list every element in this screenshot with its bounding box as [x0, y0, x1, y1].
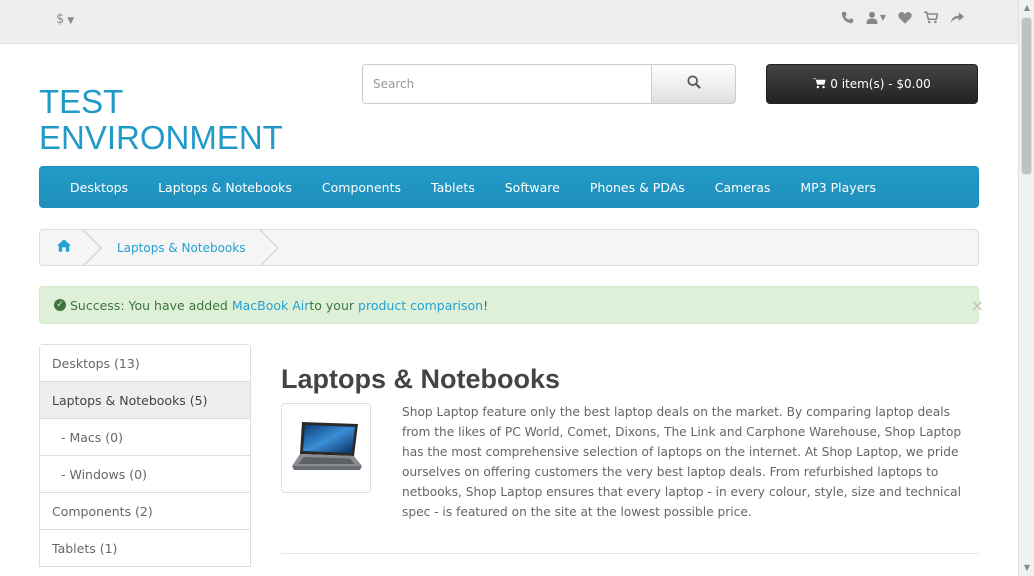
cart-button[interactable]: 0 item(s) - $0.00 — [766, 64, 978, 104]
page-title: Laptops & Notebooks — [281, 364, 561, 394]
alert-comparison-link[interactable]: product comparison — [358, 298, 483, 313]
sidebar-item-laptops-notebooks[interactable]: Laptops & Notebooks (5) — [40, 382, 250, 419]
scroll-down-icon[interactable]: ▼ — [1019, 560, 1034, 576]
share-icon[interactable] — [950, 11, 964, 24]
logo-line-1: TEST — [39, 83, 124, 120]
category-image — [281, 403, 371, 493]
menu-item-mp3-players[interactable]: MP3 Players — [790, 180, 886, 195]
menu-item-phones-pdas[interactable]: Phones & PDAs — [580, 180, 695, 195]
cart-icon[interactable] — [924, 11, 938, 24]
caret-down-icon: ▼ — [879, 13, 886, 22]
logo-line-2: ENVIRONMENT — [39, 119, 283, 156]
menu-item-components[interactable]: Components — [312, 180, 411, 195]
laptop-image — [292, 422, 362, 470]
sidebar-item-tablets[interactable]: Tablets (1) — [40, 530, 250, 567]
breadcrumb: Laptops & Notebooks — [39, 229, 979, 266]
search-icon — [686, 75, 701, 93]
menu-item-software[interactable]: Software — [495, 180, 570, 195]
user-icon[interactable]: ▼ — [866, 11, 886, 24]
alert-product-link[interactable]: MacBook Air — [232, 298, 310, 313]
cart-icon — [813, 77, 826, 92]
category-description: Shop Laptop feature only the best laptop… — [402, 405, 962, 519]
cart-total: 0 item(s) - $0.00 — [830, 77, 931, 91]
content-divider — [281, 553, 979, 554]
main-menu: Desktops Laptops & Notebooks Components … — [39, 166, 979, 208]
menu-item-cameras[interactable]: Cameras — [705, 180, 781, 195]
scrollbar-thumb[interactable] — [1021, 17, 1032, 175]
sidebar-item-desktops[interactable]: Desktops (13) — [40, 345, 250, 382]
success-alert: ✓ Success: You have added MacBook Air to… — [39, 286, 984, 324]
search-input[interactable] — [362, 64, 652, 104]
check-circle-icon: ✓ — [54, 299, 66, 311]
search-button[interactable] — [652, 64, 736, 104]
category-sidebar: Desktops (13) Laptops & Notebooks (5) - … — [39, 344, 251, 567]
site-logo[interactable]: TEST ENVIRONMENT — [39, 84, 283, 156]
page-scrollbar[interactable]: ▲ ▼ — [1018, 0, 1034, 576]
phone-icon[interactable] — [841, 11, 854, 24]
sidebar-item-components[interactable]: Components (2) — [40, 493, 250, 530]
close-icon[interactable]: × — [971, 296, 984, 315]
search-bar — [362, 64, 736, 104]
menu-item-tablets[interactable]: Tablets — [421, 180, 485, 195]
heart-icon[interactable] — [898, 11, 912, 24]
top-links: ▼ — [841, 11, 964, 24]
caret-down-icon: ▼ — [67, 16, 75, 26]
sidebar-item-windows[interactable]: - Windows (0) — [40, 456, 250, 493]
scroll-up-icon[interactable]: ▲ — [1019, 0, 1034, 16]
alert-prefix: Success: You have added — [70, 297, 228, 313]
breadcrumb-item-laptops[interactable]: Laptops & Notebooks — [88, 230, 265, 265]
alert-middle: to your — [309, 297, 355, 313]
breadcrumb-home[interactable] — [40, 230, 88, 265]
alert-suffix: ! — [483, 297, 489, 313]
sidebar-item-macs[interactable]: - Macs (0) — [40, 419, 250, 456]
home-icon — [57, 239, 71, 256]
top-bar: $ ▼ ▼ — [0, 0, 1018, 44]
menu-item-laptops-notebooks[interactable]: Laptops & Notebooks — [148, 180, 302, 195]
currency-symbol: $ — [56, 12, 65, 27]
currency-dropdown[interactable]: $ ▼ — [56, 12, 74, 27]
menu-item-desktops[interactable]: Desktops — [60, 180, 138, 195]
